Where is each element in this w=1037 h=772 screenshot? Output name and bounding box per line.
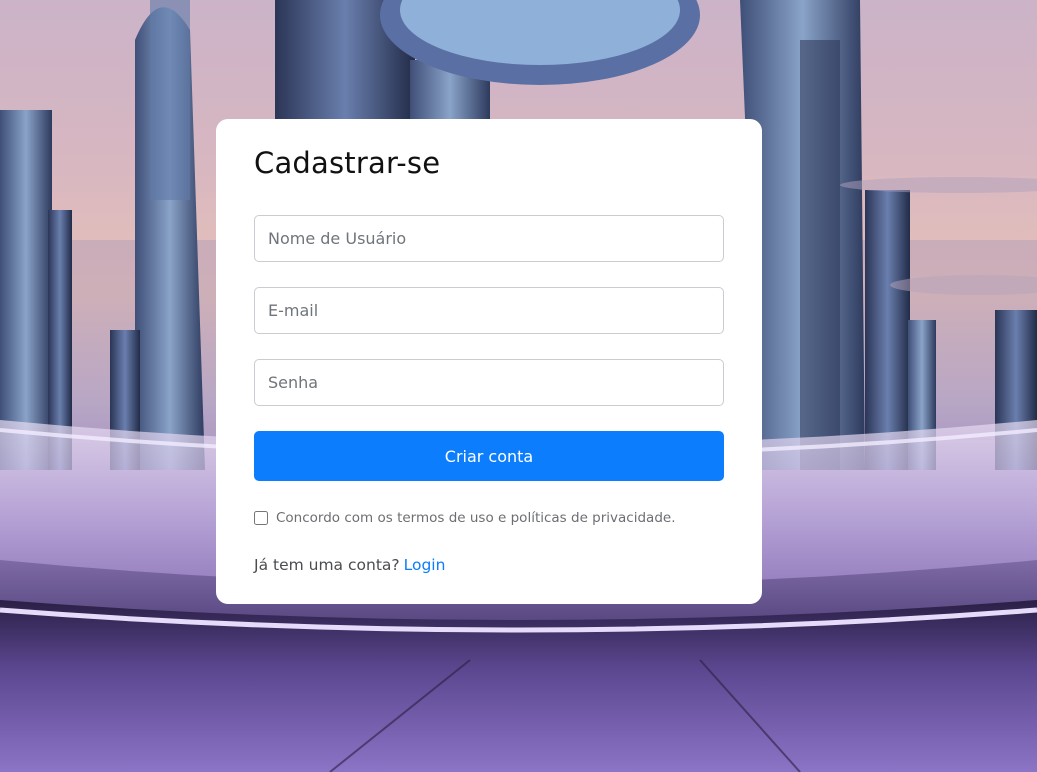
page-title: Cadastrar-se bbox=[254, 146, 441, 180]
username-input[interactable] bbox=[254, 215, 724, 262]
login-prompt-row: Já tem uma conta? Login bbox=[254, 556, 445, 574]
signup-card: Cadastrar-se Criar conta Concordo com os… bbox=[216, 119, 762, 604]
login-prompt-text: Já tem uma conta? bbox=[254, 556, 400, 574]
terms-row: Concordo com os termos de uso e política… bbox=[254, 508, 734, 528]
create-account-button[interactable]: Criar conta bbox=[254, 431, 724, 481]
terms-label: Concordo com os termos de uso e política… bbox=[276, 510, 676, 526]
terms-checkbox[interactable] bbox=[254, 511, 268, 525]
password-input[interactable] bbox=[254, 359, 724, 406]
email-input[interactable] bbox=[254, 287, 724, 334]
login-link[interactable]: Login bbox=[404, 556, 446, 574]
